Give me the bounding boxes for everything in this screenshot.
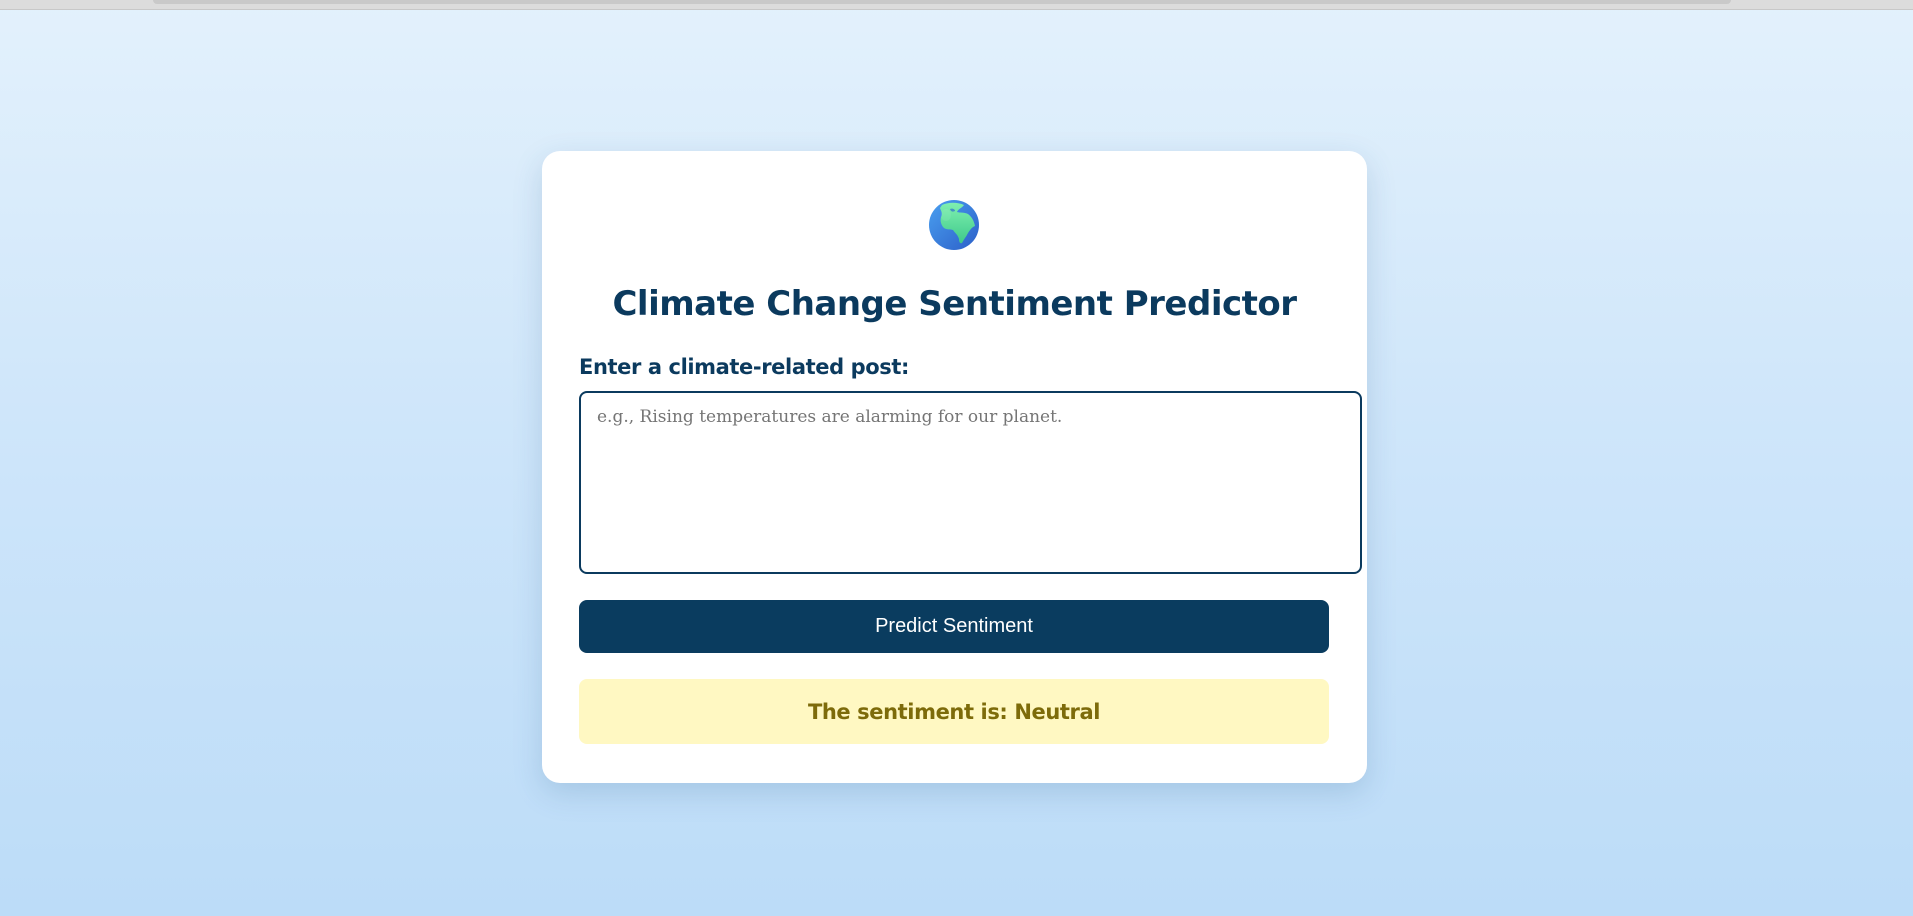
globe-icon — [929, 200, 979, 250]
predictor-card: Climate Change Sentiment Predictor Enter… — [542, 151, 1367, 783]
post-input-label: Enter a climate-related post: — [579, 355, 910, 379]
post-textarea[interactable] — [579, 391, 1362, 574]
sentiment-result-text: The sentiment is: Neutral — [807, 699, 1101, 724]
browser-top-bar — [0, 0, 1913, 10]
sentiment-result-box: The sentiment is: Neutral — [579, 679, 1329, 744]
predict-sentiment-button[interactable]: Predict Sentiment — [579, 600, 1329, 653]
page-title: Climate Change Sentiment Predictor — [612, 284, 1297, 324]
browser-address-bar-edge — [153, 0, 1731, 4]
